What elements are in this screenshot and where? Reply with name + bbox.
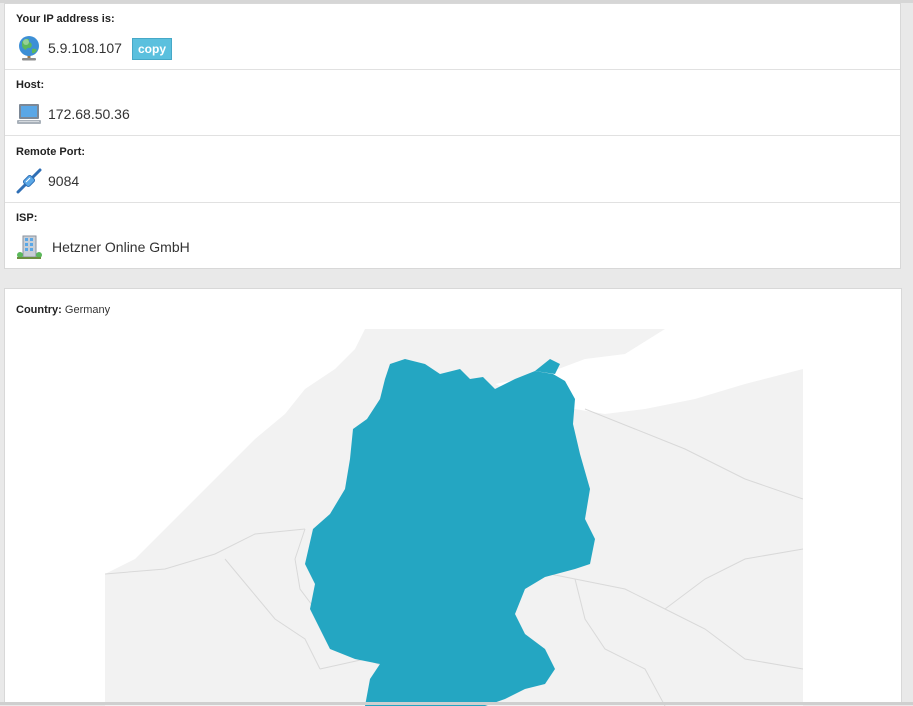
host-row: Host: 172.68.50.36 bbox=[5, 70, 900, 136]
computer-icon bbox=[17, 104, 41, 124]
remote-port-row: Remote Port: 9084 bbox=[5, 137, 900, 203]
ip-address-label: Your IP address is: bbox=[16, 13, 115, 25]
remote-port-label: Remote Port: bbox=[16, 146, 86, 158]
ip-info-panel: Your IP address is: 5.9.108.107 copy Hos… bbox=[4, 3, 901, 269]
ip-address-row: Your IP address is: 5.9.108.107 copy bbox=[5, 4, 900, 70]
country-map bbox=[105, 329, 803, 706]
country-value: Germany bbox=[64, 304, 111, 316]
country-label: Country: bbox=[16, 304, 62, 316]
host-value: 172.68.50.36 bbox=[48, 106, 130, 122]
building-icon bbox=[17, 235, 42, 259]
country-map-panel: Country: Germany bbox=[4, 288, 902, 706]
country-line: Country: Germany bbox=[16, 304, 110, 316]
copy-button[interactable]: copy bbox=[132, 38, 172, 60]
host-label: Host: bbox=[16, 79, 45, 91]
ip-address-value: 5.9.108.107 bbox=[48, 40, 122, 56]
isp-label: ISP: bbox=[16, 212, 38, 224]
isp-value: Hetzner Online GmbH bbox=[52, 239, 190, 255]
globe-icon bbox=[19, 36, 39, 61]
network-cable-icon bbox=[16, 168, 42, 194]
isp-row: ISP: Hetzner Online GmbH bbox=[5, 203, 900, 269]
remote-port-value: 9084 bbox=[48, 173, 80, 189]
